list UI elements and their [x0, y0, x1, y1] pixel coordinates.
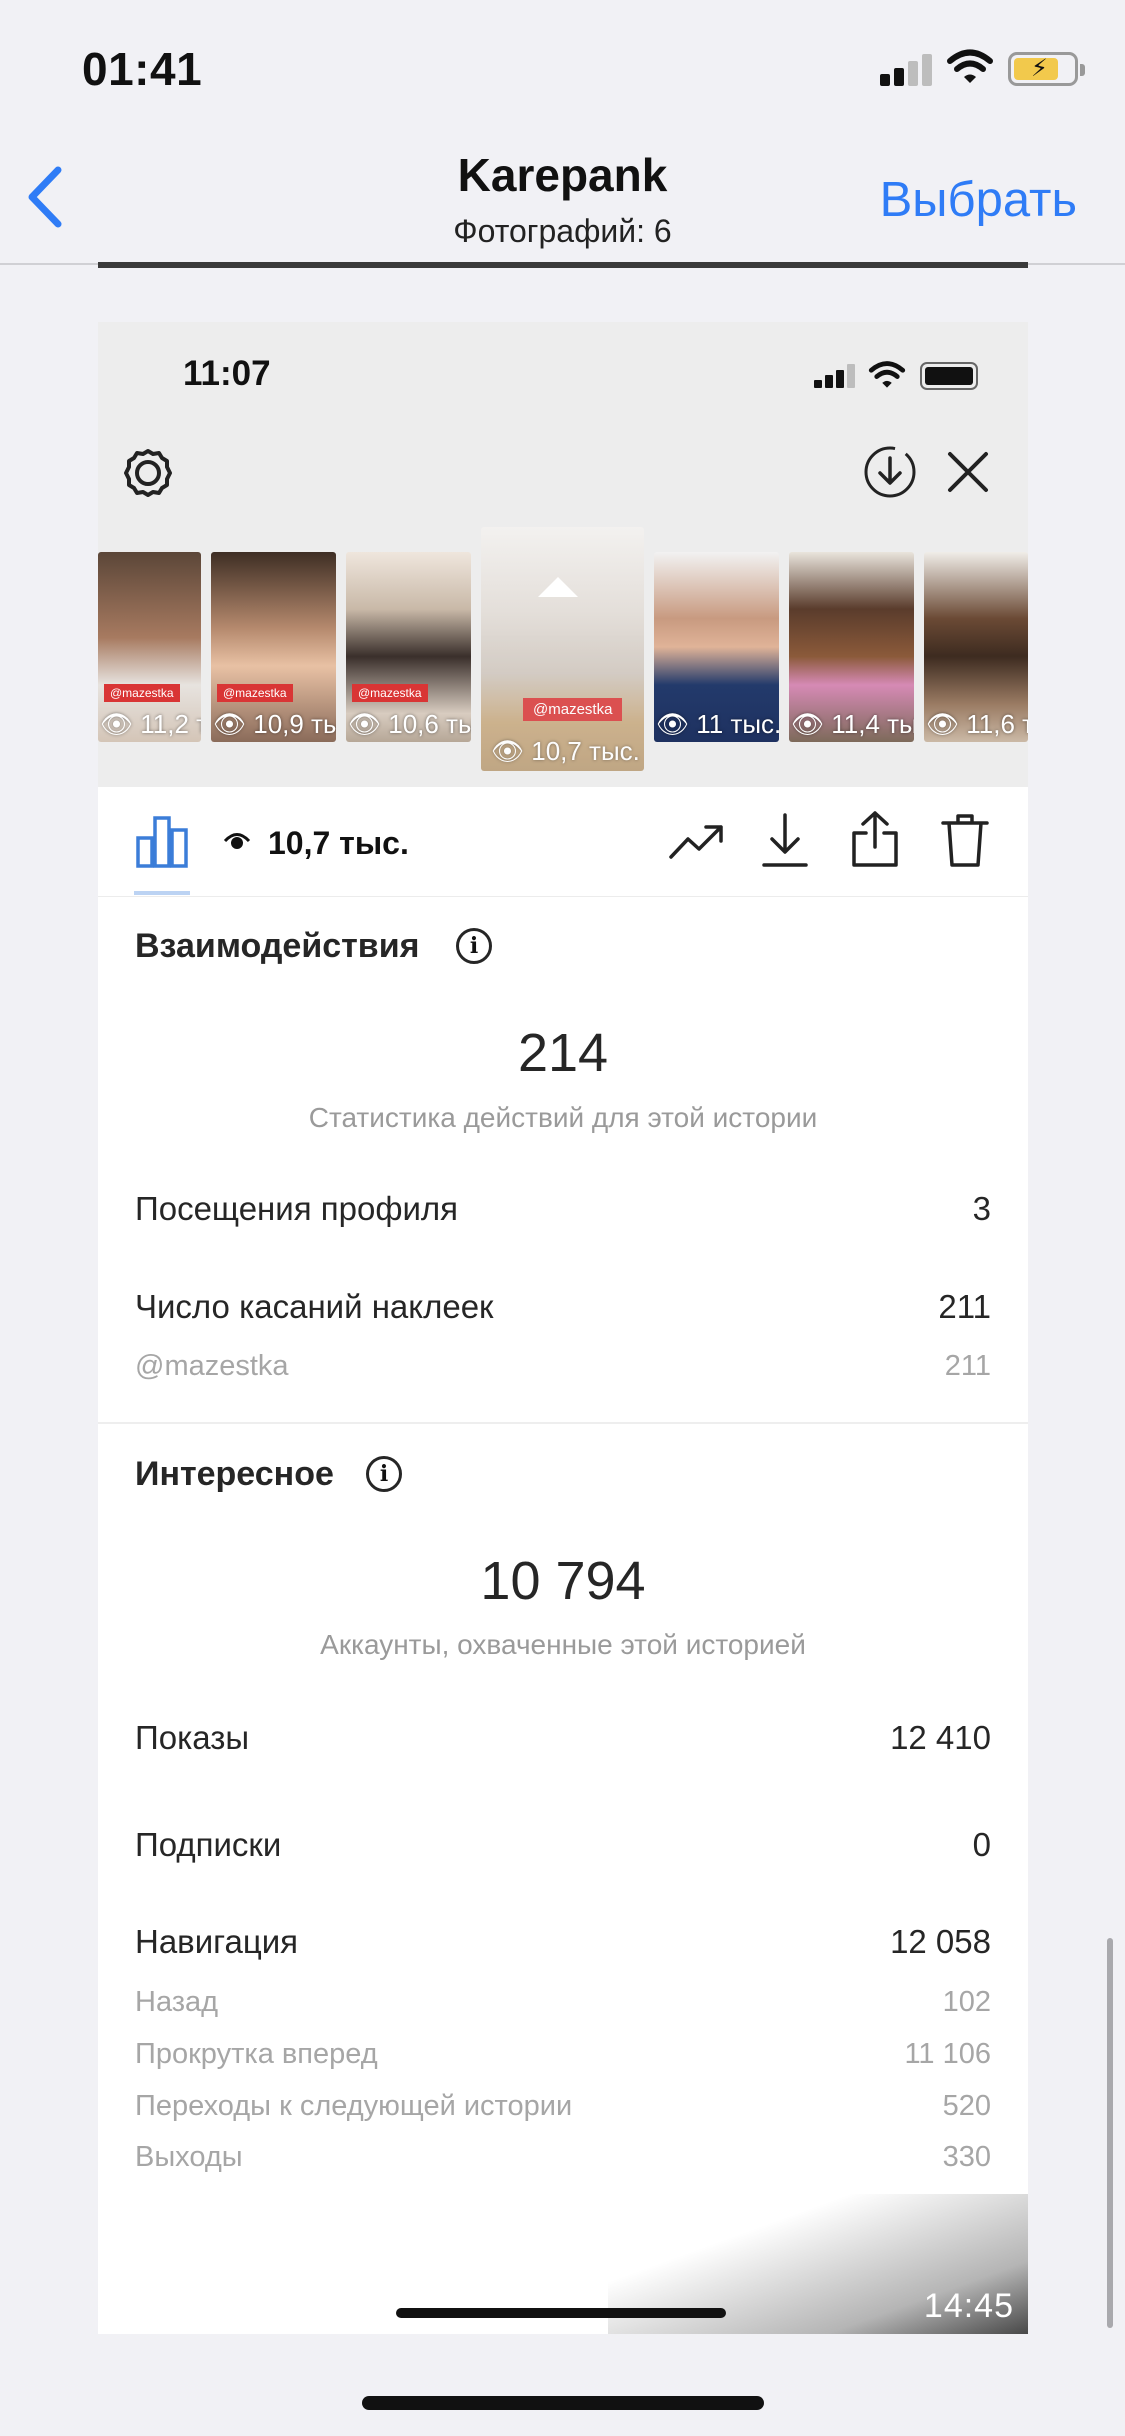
active-tab-indicator: [134, 891, 190, 895]
previous-photo-edge: [98, 262, 1028, 268]
story-mention-tag: @mazestka: [217, 684, 293, 702]
back-row: Назад 102: [135, 1986, 991, 2019]
story-mention-tag: @mazestka: [104, 684, 180, 702]
navigation-value: 12 058: [890, 1923, 991, 1960]
scroll-indicator[interactable]: [1107, 1938, 1113, 2328]
story-views-value: 10,9 тыс.: [253, 709, 336, 739]
share-icon[interactable]: [848, 809, 902, 869]
inner-home-indicator: [396, 2308, 726, 2318]
trash-icon[interactable]: [940, 811, 990, 869]
profile-visits-row: Посещения профиля 3: [135, 1190, 991, 1228]
follows-value: 0: [972, 1826, 991, 1863]
story-mention-tag: @mazestka: [523, 698, 623, 721]
sticker-handle-label: @mazestka: [135, 1350, 289, 1382]
download-icon[interactable]: [760, 811, 810, 869]
gear-icon[interactable]: [120, 445, 176, 501]
story-toolbar: 10,7 тыс.: [98, 787, 1028, 897]
next-story-value: 520: [942, 2090, 991, 2122]
story-thumbnails: @mazestka 👁 11,2 тыс. @mazestka 👁 10,9 т…: [98, 527, 1028, 787]
sticker-taps-value: 211: [938, 1288, 991, 1325]
sticker-handle-row: @mazestka 211: [135, 1350, 991, 1383]
impressions-label: Показы: [135, 1719, 250, 1756]
reach-caption: Аккаунты, охваченные этой историей: [320, 1629, 806, 1660]
story-thumbnail[interactable]: @mazestka 👁 11,2 тыс.: [98, 552, 201, 742]
signal-icon: [880, 52, 932, 86]
story-views-value: 11 тыс.: [696, 709, 779, 739]
inner-signal-icon: [814, 364, 856, 388]
story-thumbnail[interactable]: 👁 11 тыс.: [654, 552, 779, 742]
back-label: Назад: [135, 1986, 219, 2018]
story-views: 👁 11 тыс.: [656, 709, 779, 740]
discovery-title: Интересное: [135, 1455, 334, 1493]
story-views-value: 11,6 тыс.: [966, 709, 1028, 739]
next-story-row: Переходы к следующей истории 520: [135, 2090, 991, 2123]
interactions-caption: Статистика действий для этой истории: [308, 1102, 818, 1133]
status-time: 01:41: [82, 43, 203, 95]
story-views: 👁 10,9 тыс.: [213, 709, 336, 740]
exits-value: 330: [942, 2141, 991, 2173]
eye-icon: [223, 833, 251, 849]
story-views: 👁 11,4 тыс.: [791, 709, 914, 740]
follows-row: Подписки 0: [135, 1826, 991, 1864]
close-icon[interactable]: [944, 448, 992, 496]
video-duration: 14:45: [923, 2287, 1014, 2325]
nav-bar: Karepank Фотографий: 6 Выбрать: [0, 140, 1125, 265]
download-circle-icon[interactable]: [862, 444, 918, 500]
home-indicator[interactable]: [362, 2396, 764, 2410]
story-views: 👁 11,2 тыс.: [100, 709, 201, 740]
navigation-row: Навигация 12 058: [135, 1923, 991, 1961]
story-views-value: 11,2 тыс.: [140, 709, 201, 739]
forward-value: 11 106: [904, 2038, 991, 2070]
info-icon[interactable]: i: [456, 928, 492, 964]
next-story-label: Переходы к следующей истории: [135, 2090, 573, 2122]
sticker-taps-label: Число касаний наклеек: [135, 1288, 494, 1325]
insights-chart-icon[interactable]: [134, 812, 190, 870]
profile-visits-value: 3: [972, 1190, 991, 1227]
story-mention-tag: @mazestka: [352, 684, 428, 702]
status-bar: 01:41 ⚡: [0, 0, 1125, 140]
follows-label: Подписки: [135, 1826, 282, 1863]
story-thumbnail[interactable]: 👁 11,6 тыс.: [924, 552, 1028, 742]
story-views-value: 10,7 тыс.: [531, 736, 640, 766]
story-thumbnail-selected[interactable]: @mazestka 👁 10,7 тыс.: [481, 527, 644, 771]
sticker-handle-value: 211: [944, 1350, 991, 1382]
impressions-value: 12 410: [890, 1719, 991, 1756]
inner-battery-icon: [920, 362, 978, 390]
story-views: 👁 11,6 тыс.: [926, 709, 1028, 740]
battery-icon: ⚡: [1008, 52, 1085, 86]
info-icon[interactable]: i: [366, 1456, 402, 1492]
story-header: 11:07 @mazestka 👁 11,2 тыс.: [98, 322, 1028, 787]
select-button[interactable]: Выбрать: [880, 172, 1077, 228]
back-value: 102: [942, 1986, 991, 2018]
selected-story-pointer: [538, 577, 578, 597]
story-views: 👁 10,6 тыс.: [348, 709, 471, 740]
section-divider: [98, 1422, 1028, 1424]
story-views: 👁 10,7 тыс.: [491, 736, 640, 766]
promote-trend-icon[interactable]: [668, 819, 726, 863]
story-thumbnail[interactable]: @mazestka 👁 10,9 тыс.: [211, 552, 336, 742]
story-views-value: 10,6 тыс.: [388, 709, 471, 739]
exits-label: Выходы: [135, 2141, 243, 2173]
forward-label: Прокрутка вперед: [135, 2038, 378, 2070]
forward-row: Прокрутка вперед 11 106: [135, 2038, 991, 2071]
exits-row: Выходы 330: [135, 2141, 991, 2174]
story-thumbnail[interactable]: @mazestka 👁 10,6 тыс.: [346, 552, 471, 742]
wifi-icon: [947, 49, 993, 83]
inner-status-time: 11:07: [183, 354, 271, 393]
impressions-row: Показы 12 410: [135, 1719, 991, 1757]
interactions-title: Взаимодействия: [135, 927, 420, 965]
views-count: 10,7 тыс.: [268, 825, 409, 861]
story-views-value: 11,4 тыс.: [831, 709, 914, 739]
story-thumbnail[interactable]: 👁 11,4 тыс.: [789, 552, 914, 742]
screenshot-photo[interactable]: 11:07 @mazestka 👁 11,2 тыс.: [98, 322, 1028, 2334]
navigation-label: Навигация: [135, 1923, 299, 1960]
sticker-taps-row: Число касаний наклеек 211: [135, 1288, 991, 1326]
interactions-total: 214: [517, 1023, 609, 1083]
reach-total: 10 794: [480, 1551, 646, 1611]
profile-visits-label: Посещения профиля: [135, 1190, 459, 1227]
inner-wifi-icon: [868, 361, 906, 388]
